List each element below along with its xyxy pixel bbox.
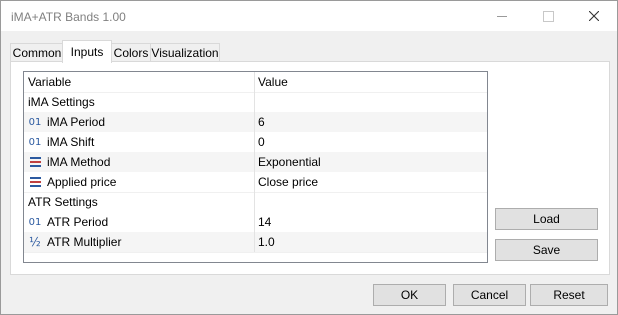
param-name: iMA Shift [47,135,95,149]
param-name: ATR Multiplier [47,235,122,249]
minimize-icon [497,15,507,17]
inputs-panel: Variable Value iMA Settings 01 iMA Perio… [10,61,610,275]
param-value[interactable]: 6 [258,112,265,132]
param-value[interactable]: Close price [258,172,318,192]
ok-button[interactable]: OK [373,284,446,306]
close-button[interactable] [571,1,617,31]
window-title: iMA+ATR Bands 1.00 [11,10,126,24]
tab-common[interactable]: Common [10,43,64,62]
grid-header-row: Variable Value [24,72,487,93]
tab-colors[interactable]: Colors [110,43,152,62]
group-label: iMA Settings [24,92,255,112]
param-value[interactable]: 14 [258,212,271,232]
param-row-ima-method[interactable]: iMA Method Exponential [24,152,487,173]
param-row-atr-period[interactable]: 01 ATR Period 14 [24,212,487,233]
integer-icon: 01 [28,116,42,128]
maximize-icon [542,10,554,22]
group-row-ima-settings: iMA Settings [24,92,487,113]
double-icon: ½ [29,235,41,249]
enum-icon [26,177,44,187]
param-value[interactable]: Exponential [258,152,321,172]
cancel-button[interactable]: Cancel [453,284,526,306]
param-row-atr-multiplier[interactable]: ½ ATR Multiplier 1.0 [24,232,487,253]
tab-visualization[interactable]: Visualization [150,43,220,62]
dialog-window: iMA+ATR Bands 1.00 Common Inputs Colors … [0,0,618,315]
param-name: iMA Method [47,155,111,169]
integer-icon: 01 [28,136,42,148]
save-button[interactable]: Save [495,239,598,261]
column-header-variable[interactable]: Variable [24,72,255,92]
param-name: ATR Period [47,215,109,229]
reset-button[interactable]: Reset [530,284,608,306]
param-row-ima-period[interactable]: 01 iMA Period 6 [24,112,487,133]
group-row-atr-settings: ATR Settings [24,192,487,213]
enum-icon [26,157,44,167]
param-name: iMA Period [47,115,106,129]
integer-icon: 01 [28,216,42,228]
maximize-button[interactable] [525,1,571,31]
param-row-ima-shift[interactable]: 01 iMA Shift 0 [24,132,487,153]
minimize-button[interactable] [479,1,525,31]
title-bar: iMA+ATR Bands 1.00 [1,1,617,31]
column-header-value[interactable]: Value [258,72,288,92]
close-icon [589,11,599,21]
load-button[interactable]: Load [495,208,598,230]
param-row-applied-price[interactable]: Applied price Close price [24,172,487,193]
param-value[interactable]: 1.0 [258,232,275,252]
tab-inputs[interactable]: Inputs [62,40,112,63]
parameters-grid[interactable]: Variable Value iMA Settings 01 iMA Perio… [23,71,488,263]
param-name: Applied price [47,175,117,189]
group-label: ATR Settings [24,192,255,212]
param-value[interactable]: 0 [258,132,265,152]
